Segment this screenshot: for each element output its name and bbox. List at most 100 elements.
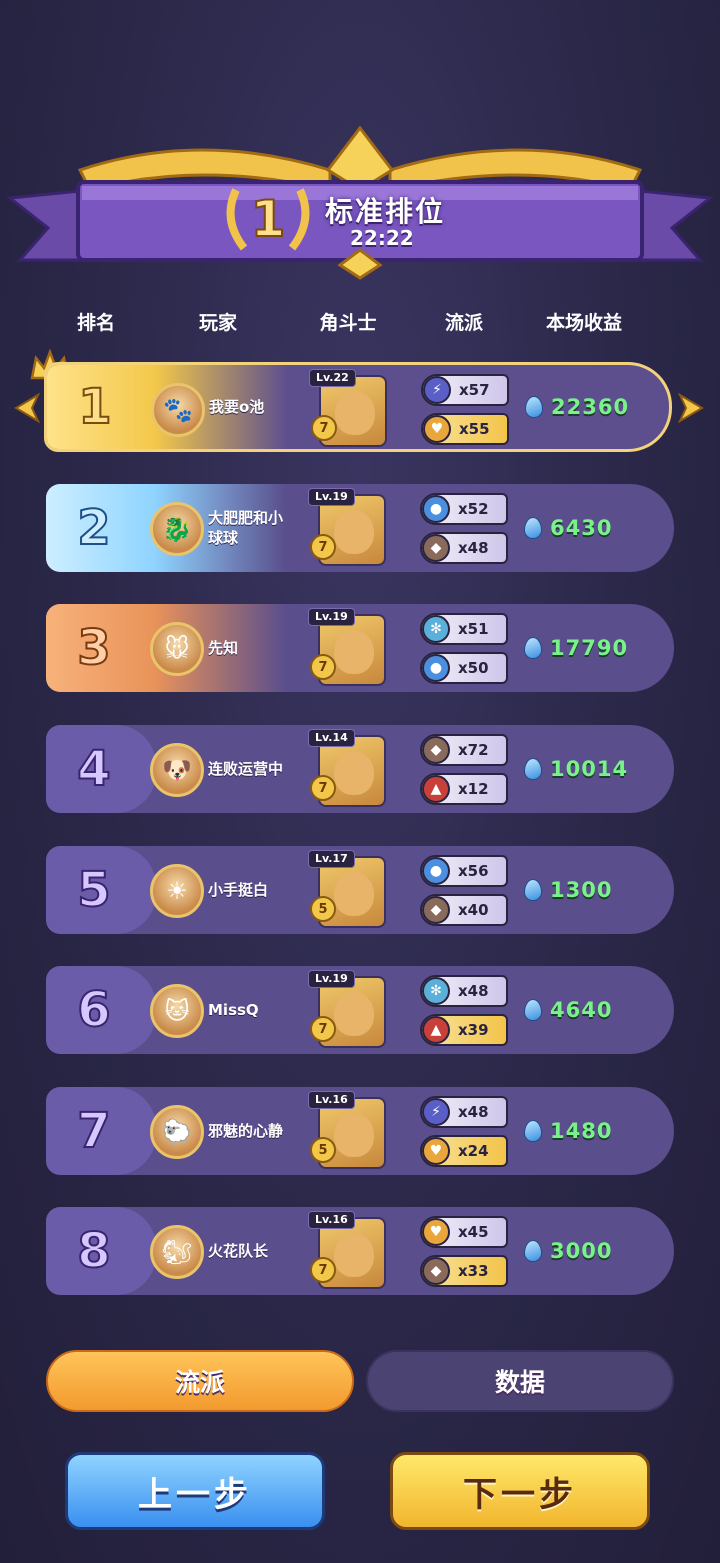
match-income: 17790 — [524, 604, 628, 692]
snowflake-icon: ✻ — [422, 977, 450, 1005]
income-value: 4640 — [550, 998, 613, 1022]
gem-icon — [524, 1240, 542, 1262]
star-badge-icon: 7 — [310, 654, 336, 680]
ranking-row-7[interactable]: 7 🐑 邪魅的心静 Lv.16 5 ⚡ x48 ♥ x24 1480 — [46, 1087, 674, 1175]
player-avatar[interactable]: 🐱 — [150, 984, 204, 1038]
ranking-row-8[interactable]: 8 🐿 火花队长 Lv.16 7 ♥ x45 ◆ x33 3000 — [46, 1207, 674, 1295]
faction-trait[interactable]: ♥ x45 — [420, 1216, 508, 1248]
ranking-row-3[interactable]: 3 🐭 先知 Lv.19 7 ✻ x51 ● x50 17790 — [46, 604, 674, 692]
gem-icon — [524, 758, 542, 780]
trait-count: x48 — [458, 539, 489, 557]
trait-count: x45 — [458, 1223, 489, 1241]
shield-icon: ◆ — [422, 534, 450, 562]
faction-trait[interactable]: ⚡ x57 — [421, 374, 509, 406]
ranking-row-1[interactable]: 1 🐾 我要o池 Lv.22 7 ⚡ x57 ♥ x55 22360 — [44, 362, 672, 452]
faction-trait[interactable]: ● x56 — [420, 855, 508, 887]
player-name: 邪魅的心静 — [208, 1122, 284, 1140]
header-fighter: 角斗士 — [319, 312, 377, 334]
rank-number: 2 — [76, 499, 111, 557]
ranking-row-5[interactable]: 5 ☀ 小手挺白 Lv.17 5 ● x56 ◆ x40 1300 — [46, 846, 674, 934]
faction-trait[interactable]: ● x52 — [420, 493, 508, 525]
trait-count: x33 — [458, 1262, 489, 1280]
income-value: 22360 — [551, 395, 630, 419]
faction-trait[interactable]: ♥ x55 — [421, 413, 509, 445]
player-avatar[interactable]: 🐿 — [150, 1225, 204, 1279]
faction-trait[interactable]: ⚡ x48 — [420, 1096, 508, 1128]
previous-step-button[interactable]: 上一步 — [65, 1452, 325, 1530]
rank-number: 7 — [76, 1102, 111, 1160]
income-value: 6430 — [550, 516, 613, 540]
header-income: 本场收益 — [545, 312, 623, 334]
fighter-level: Lv.19 — [308, 488, 355, 506]
gem-icon — [525, 396, 543, 418]
fighter-level: Lv.17 — [308, 850, 355, 868]
faction-trait[interactable]: ♥ x24 — [420, 1135, 508, 1167]
rank-number: 3 — [76, 619, 111, 677]
fighter-face — [334, 1233, 374, 1277]
player-avatar[interactable]: 🐉 — [150, 502, 204, 556]
title-banner: 1 标准排位 22:22 — [0, 120, 720, 280]
next-step-button[interactable]: 下一步 — [390, 1452, 650, 1530]
trait-count: x56 — [458, 862, 489, 880]
ranking-row-6[interactable]: 6 🐱 MissQ Lv.19 7 ✻ x48 ▲ x39 4640 — [46, 966, 674, 1054]
trait-count: x57 — [459, 381, 490, 399]
player-name: 先知 — [208, 639, 239, 657]
fighter-face — [334, 872, 374, 916]
fighter-face — [334, 1113, 374, 1157]
fighter-face — [334, 630, 374, 674]
player-name: 连败运营中 — [208, 760, 284, 778]
star-badge-icon: 7 — [310, 775, 336, 801]
faction-trait[interactable]: ✻ x48 — [420, 975, 508, 1007]
star-badge-icon: 7 — [310, 534, 336, 560]
faction-trait[interactable]: ◆ x40 — [420, 894, 508, 926]
player-avatar[interactable]: 🐭 — [150, 622, 204, 676]
fighter-face — [334, 751, 374, 795]
faction-trait[interactable]: ▲ x39 — [420, 1014, 508, 1046]
shield-icon: ◆ — [422, 896, 450, 924]
income-value: 1480 — [550, 1119, 613, 1143]
player-name: 小手挺白 — [208, 881, 269, 899]
gem-icon — [524, 517, 542, 539]
match-income: 3000 — [524, 1207, 612, 1295]
fighter-face — [334, 510, 374, 554]
faction-trait[interactable]: ◆ x72 — [420, 734, 508, 766]
fighter-level: Lv.19 — [308, 608, 355, 626]
fighter-level: Lv.14 — [308, 729, 355, 747]
ranking-row-4[interactable]: 4 🐶 连败运营中 Lv.14 7 ◆ x72 ▲ x12 10014 — [46, 725, 674, 813]
player-name: 大肥肥和小球球 — [208, 509, 284, 547]
bolt-icon: ⚡ — [423, 376, 451, 404]
gem-icon — [524, 999, 542, 1021]
fighter-level: Lv.16 — [308, 1211, 355, 1229]
fighter-face — [335, 391, 375, 435]
player-avatar[interactable]: 🐾 — [151, 383, 205, 437]
player-final-rank: 1 — [250, 189, 287, 249]
gem-icon — [524, 1120, 542, 1142]
water-drop-icon: ● — [422, 654, 450, 682]
ranking-row-2[interactable]: 2 🐉 大肥肥和小球球 Lv.19 7 ● x52 ◆ x48 6430 — [46, 484, 674, 572]
rank-number: 1 — [77, 378, 112, 436]
faction-trait[interactable]: ✻ x51 — [420, 613, 508, 645]
faction-trait[interactable]: ◆ x48 — [420, 532, 508, 564]
faction-trait[interactable]: ▲ x12 — [420, 773, 508, 805]
trait-count: x40 — [458, 901, 489, 919]
water-drop-icon: ● — [422, 857, 450, 885]
fighter-level: Lv.22 — [309, 369, 356, 387]
trait-count: x48 — [458, 982, 489, 1000]
star-badge-icon: 7 — [310, 1016, 336, 1042]
faction-trait[interactable]: ◆ x33 — [420, 1255, 508, 1287]
shield-icon: ◆ — [422, 1257, 450, 1285]
player-name: 我要o池 — [209, 398, 265, 416]
faction-trait[interactable]: ● x50 — [420, 652, 508, 684]
mode-title: 标准排位 — [325, 195, 446, 228]
player-avatar[interactable]: 🐶 — [150, 743, 204, 797]
trait-count: x24 — [458, 1142, 489, 1160]
player-avatar[interactable]: 🐑 — [150, 1105, 204, 1159]
tab-faction[interactable]: 流派 — [46, 1350, 354, 1412]
rank-number: 5 — [76, 861, 111, 919]
match-income: 10014 — [524, 725, 628, 813]
player-avatar[interactable]: ☀ — [150, 864, 204, 918]
income-value: 1300 — [550, 878, 613, 902]
tab-stats[interactable]: 数据 — [366, 1350, 674, 1412]
trait-count: x39 — [458, 1021, 489, 1039]
trait-count: x72 — [458, 741, 489, 759]
